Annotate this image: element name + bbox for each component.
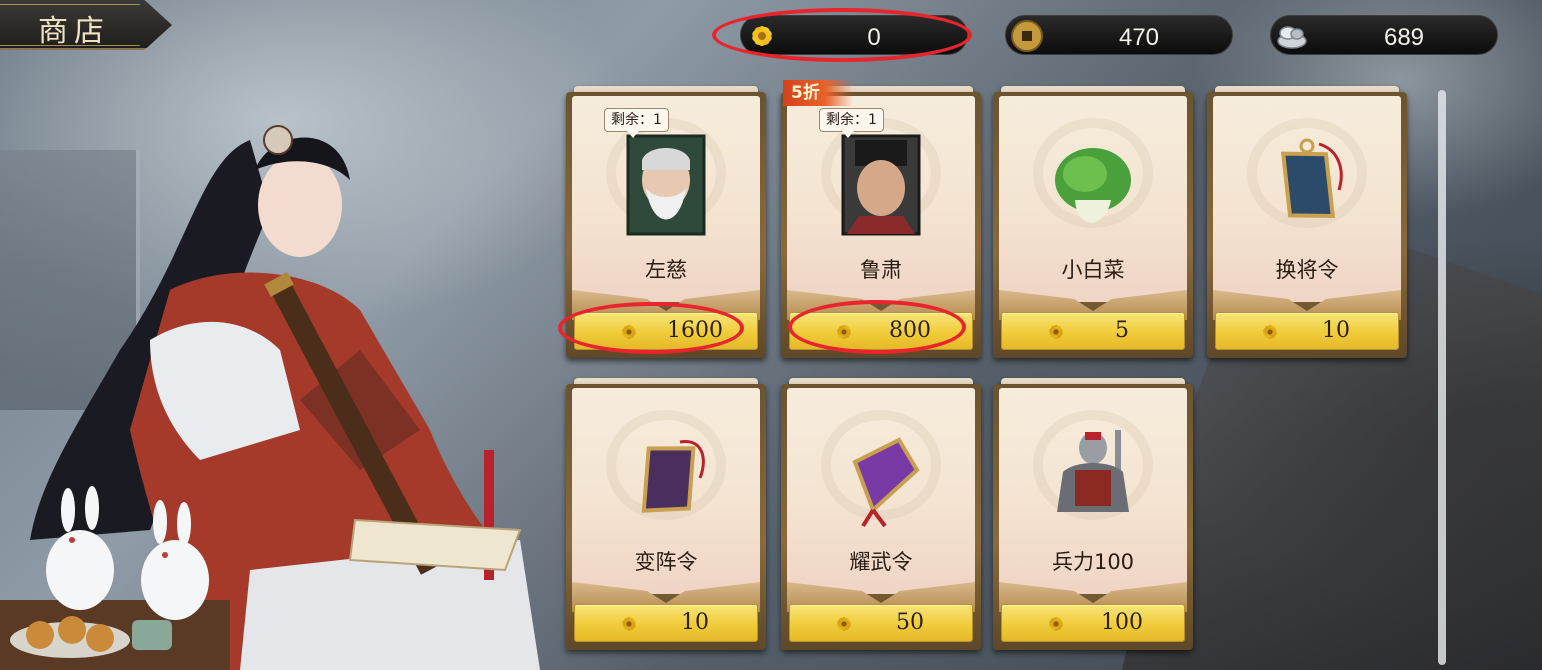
gold-flower-icon [752, 26, 772, 46]
remain-tag: 剩余：1 [604, 108, 669, 138]
item-name: 小白菜 [1061, 258, 1125, 282]
shop-item-swap-token[interactable]: 换将令 10 [1207, 86, 1407, 358]
item-name: 换将令 [1275, 258, 1339, 282]
item-name: 鲁肃 [860, 258, 902, 282]
shop-scrollbar[interactable] [1438, 90, 1446, 665]
item-name: 左慈 [645, 258, 687, 282]
currency-silver[interactable]: 689 [1270, 15, 1498, 55]
item-name: 耀武令 [849, 550, 913, 574]
formation-token-icon [641, 440, 705, 513]
price-value: 800 [889, 318, 931, 343]
currency-coin[interactable]: 470 [1005, 15, 1233, 55]
price-value: 100 [1101, 610, 1143, 635]
price-value: 1600 [667, 318, 723, 343]
buy-button[interactable]: 50 [789, 604, 973, 642]
shop-item-glory-token[interactable]: 耀武令 50 [781, 378, 981, 650]
price-value: 10 [681, 610, 709, 635]
buy-button[interactable]: 1600 [574, 312, 758, 350]
page-title: 商店 [38, 14, 110, 49]
price-value: 10 [1322, 318, 1350, 343]
shop-item-formation-token[interactable]: 变阵令 10 [566, 378, 766, 650]
currency-blossom[interactable]: 0 [740, 15, 968, 55]
zuo-ci-portrait [626, 134, 706, 236]
glory-token-icon [852, 437, 920, 528]
buy-button[interactable]: 10 [574, 604, 758, 642]
silver-ingot-icon [1277, 26, 1307, 49]
buy-button[interactable]: 5 [1001, 312, 1185, 350]
price-value: 5 [1115, 318, 1129, 343]
armor-icon [1057, 430, 1129, 512]
shop-item-bok-choy[interactable]: 小白菜 5 [993, 86, 1193, 358]
discount-badge: 5折 [783, 80, 853, 106]
remain-tag: 剩余：1 [819, 108, 884, 138]
shop-item-troops[interactable]: 兵力100 100 [993, 378, 1193, 650]
currency-blossom-value: 0 [867, 24, 881, 51]
price-value: 50 [896, 610, 924, 635]
lu-su-portrait [841, 134, 921, 236]
copper-coin-icon [1011, 20, 1043, 52]
currency-coin-value: 470 [1118, 24, 1160, 51]
swap-token-icon [1280, 138, 1343, 219]
buy-button[interactable]: 10 [1215, 312, 1399, 350]
currency-silver-value: 689 [1383, 24, 1425, 51]
item-name: 兵力100 [1051, 550, 1135, 574]
shop-item-zuo-ci[interactable]: 剩余：1 左慈 1600 [566, 86, 766, 358]
buy-button[interactable]: 800 [789, 312, 973, 350]
shop-item-lu-su[interactable]: 5折 剩余：1 鲁肃 800 [781, 80, 981, 358]
item-name: 变阵令 [634, 550, 698, 574]
character-illustration [0, 125, 540, 670]
buy-button[interactable]: 100 [1001, 604, 1185, 642]
bok-choy-icon [1055, 148, 1131, 223]
